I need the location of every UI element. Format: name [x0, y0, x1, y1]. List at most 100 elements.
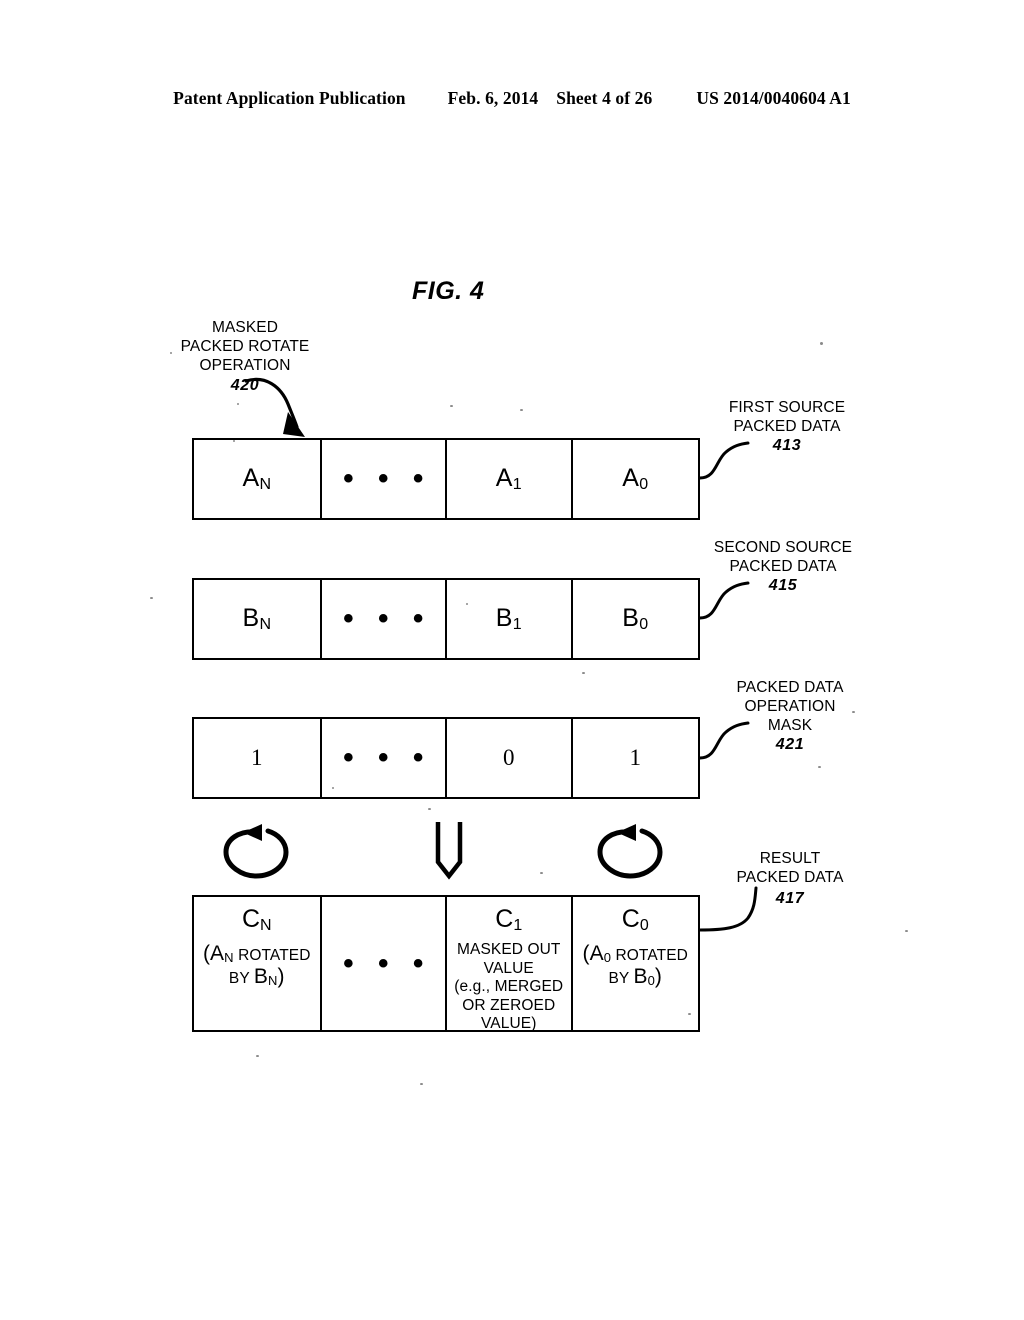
first-source-cell-1-sub: 1 — [512, 476, 522, 493]
result-cell-0: C 0 (A0 ROTATED BY B0) — [573, 897, 699, 1030]
figure-title: FIG. 4 — [412, 277, 485, 305]
result-cell-0-detail-open-sub: 0 — [603, 950, 612, 965]
mask-cell-0: 1 — [573, 719, 699, 797]
first-source-callout: FIRST SOURCE PACKED DATA 413 — [697, 398, 877, 455]
mask-cell-0-label: 1 — [629, 745, 642, 770]
second-source-cell-0: B0 — [573, 580, 699, 658]
second-source-cell-ellipsis: • • • — [322, 580, 447, 658]
first-source-callout-line2: PACKED DATA — [733, 418, 841, 435]
result-cell-1-note-line5: VALUE) — [481, 1015, 537, 1032]
first-source-callout-line1: FIRST SOURCE — [728, 399, 846, 416]
sheet-number: Sheet 4 of 26 — [556, 88, 653, 108]
result-cell-n-detail-mid: ROTATED — [233, 947, 311, 964]
result-cell-1-note-line1: MASKED OUT — [457, 941, 561, 958]
second-source-cell-n-label: B — [242, 604, 260, 632]
second-source-cell-1: B1 — [447, 580, 573, 658]
result-cell-n: CN (AN ROTATED BY BN) — [194, 897, 322, 1030]
first-source-cell-ellipsis: • • • — [322, 440, 447, 518]
first-source-cell-0: A0 — [573, 440, 699, 518]
result-cell-0-detail-mid: ROTATED — [611, 947, 688, 964]
scan-speck — [150, 597, 153, 599]
ellipsis-label: • • • — [343, 946, 432, 980]
scan-speck — [688, 1013, 691, 1015]
result-cell-n-detail-open: (A — [202, 942, 225, 965]
result-cell-0-detail-close: ) — [654, 965, 663, 988]
result-callout-line1: RESULT — [759, 850, 821, 867]
mask-cell-ellipsis: • • • — [322, 719, 447, 797]
first-source-cell-n-sub: N — [259, 476, 272, 493]
result-cell-1-note-line3: (e.g., MERGED — [454, 978, 564, 995]
second-source-cell-n-sub: N — [259, 616, 272, 633]
document-number: US 2014/0040604 A1 — [696, 88, 851, 108]
second-source-callout-line2: PACKED DATA — [729, 558, 837, 575]
result-cell-n-sub: N — [260, 917, 272, 934]
second-source-cell-1-sub: 1 — [512, 616, 522, 633]
second-source-packed-data-row: BN • • • B1 B0 — [192, 578, 700, 660]
result-cell-ellipsis: • • • — [322, 897, 447, 1030]
scan-speck — [450, 405, 453, 407]
mask-cell-1-label: 0 — [503, 745, 515, 770]
result-cell-n-label: C — [241, 905, 260, 933]
publication-label: Patent Application Publication — [173, 88, 406, 108]
scan-speck — [256, 1055, 259, 1057]
first-source-callout-ref: 413 — [772, 437, 802, 454]
first-source-cell-1: A1 — [447, 440, 573, 518]
packed-data-operation-mask-row: 1 • • • 0 1 — [192, 717, 700, 799]
second-source-cell-0-sub: 0 — [639, 616, 649, 633]
operation-caption-ref: 420 — [230, 377, 260, 394]
page-running-head: Patent Application Publication Feb. 6, 2… — [0, 88, 1024, 109]
first-source-cell-0-sub: 0 — [639, 476, 649, 493]
result-cell-1-sub: 1 — [513, 917, 523, 934]
second-source-cell-n: BN — [194, 580, 322, 658]
result-cell-n-detail-by: BY — [228, 970, 254, 987]
result-cell-n-detail-b-sub: N — [268, 973, 278, 988]
scan-speck — [233, 440, 235, 442]
result-cell-n-detail-b: B — [253, 965, 268, 988]
result-callout-line2: PACKED DATA — [736, 869, 844, 886]
first-source-cell-1-label: A — [495, 464, 513, 492]
ellipsis-label: • • • — [343, 602, 432, 635]
second-source-cell-0-label: B — [622, 604, 640, 632]
result-cell-0-detail-b: B — [633, 965, 648, 988]
result-callout-ref: 417 — [775, 890, 805, 907]
double-down-arrow-icon — [414, 818, 484, 890]
result-cell-0-detail-open: (A — [582, 942, 604, 965]
operation-caption: MASKED PACKED ROTATE OPERATION 420 — [150, 318, 340, 395]
result-packed-data-row: CN (AN ROTATED BY BN) • • • C1 MASKED OU… — [192, 895, 700, 1032]
scan-speck — [520, 409, 523, 411]
result-cell-1-label: C — [495, 905, 514, 933]
mask-cell-1: 0 — [447, 719, 573, 797]
result-cell-0-detail: (A0 ROTATED BY B0) — [582, 942, 688, 990]
scan-speck — [237, 403, 239, 405]
first-source-cell-0-label: A — [622, 464, 640, 492]
scan-speck — [332, 787, 334, 789]
scan-speck — [820, 342, 823, 345]
leader-lines-overlay — [244, 377, 758, 932]
mask-cell-n-label: 1 — [251, 745, 263, 770]
operation-caption-line2: PACKED ROTATE — [180, 338, 310, 355]
mask-callout-line3: MASK — [767, 717, 813, 734]
second-source-callout-line1: SECOND SOURCE — [713, 539, 853, 556]
second-source-callout: SECOND SOURCE PACKED DATA 415 — [693, 538, 873, 595]
second-source-callout-ref: 415 — [768, 577, 798, 594]
result-cell-0-label: C — [621, 905, 640, 933]
ellipsis-label: • • • — [343, 741, 432, 774]
scan-speck — [818, 766, 821, 768]
scan-speck — [428, 808, 431, 810]
result-cell-n-detail-close: ) — [277, 965, 285, 988]
ellipsis-label: • • • — [343, 462, 432, 495]
mask-callout-ref: 421 — [775, 736, 805, 753]
result-callout: RESULT PACKED DATA 417 — [700, 849, 880, 908]
scan-speck — [420, 1083, 423, 1085]
scan-speck — [466, 603, 468, 605]
result-cell-0-detail-by: BY — [608, 970, 634, 987]
mask-callout: PACKED DATA OPERATION MASK 421 — [700, 678, 880, 754]
result-cell-0-detail-b-sub: 0 — [647, 973, 655, 988]
scan-speck — [852, 711, 855, 713]
operation-caption-line3: OPERATION — [199, 357, 291, 374]
result-cell-n-detail: (AN ROTATED BY BN) — [202, 942, 311, 990]
scan-speck — [905, 930, 908, 932]
result-cell-n-detail-open-sub: N — [224, 950, 234, 965]
publication-date: Feb. 6, 2014 — [447, 88, 539, 108]
rotate-arrow-icon — [592, 822, 668, 886]
